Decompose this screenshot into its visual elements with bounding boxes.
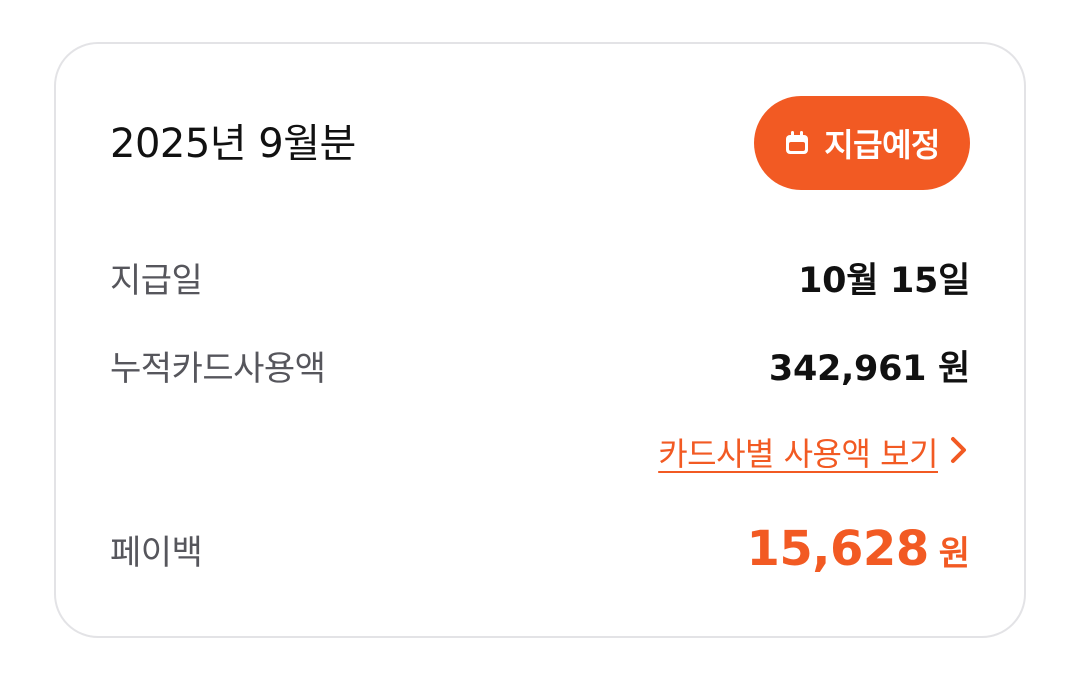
payback-row: 페이백 15,628 원 xyxy=(110,514,970,584)
card-usage-value: 342,961 원 xyxy=(768,348,970,389)
payback-amount: 15,628 xyxy=(746,521,929,577)
calendar-icon xyxy=(782,128,812,158)
payback-value: 15,628 원 xyxy=(746,521,970,577)
status-badge: 지급예정 xyxy=(754,96,970,190)
view-usage-by-card-link[interactable]: 카드사별 사용액 보기 xyxy=(658,424,970,480)
payback-summary-card: 2025년 9월분 지급예정 지급일 10월 15일 누적카드사용액 342,9… xyxy=(54,42,1026,638)
payback-label: 페이백 xyxy=(110,532,203,573)
payment-date-value: 10월 15일 xyxy=(798,260,970,301)
view-usage-by-card-label: 카드사별 사용액 보기 xyxy=(658,435,938,473)
payment-date-label: 지급일 xyxy=(110,260,203,301)
card-usage-row: 누적카드사용액 342,961 원 xyxy=(110,337,970,393)
status-badge-label: 지급예정 xyxy=(824,126,940,164)
period-title: 2025년 9월분 xyxy=(110,121,356,167)
card-usage-label: 누적카드사용액 xyxy=(110,348,326,389)
payback-unit: 원 xyxy=(938,534,970,574)
payment-date-row: 지급일 10월 15일 xyxy=(110,249,970,305)
chevron-right-icon xyxy=(948,433,970,471)
